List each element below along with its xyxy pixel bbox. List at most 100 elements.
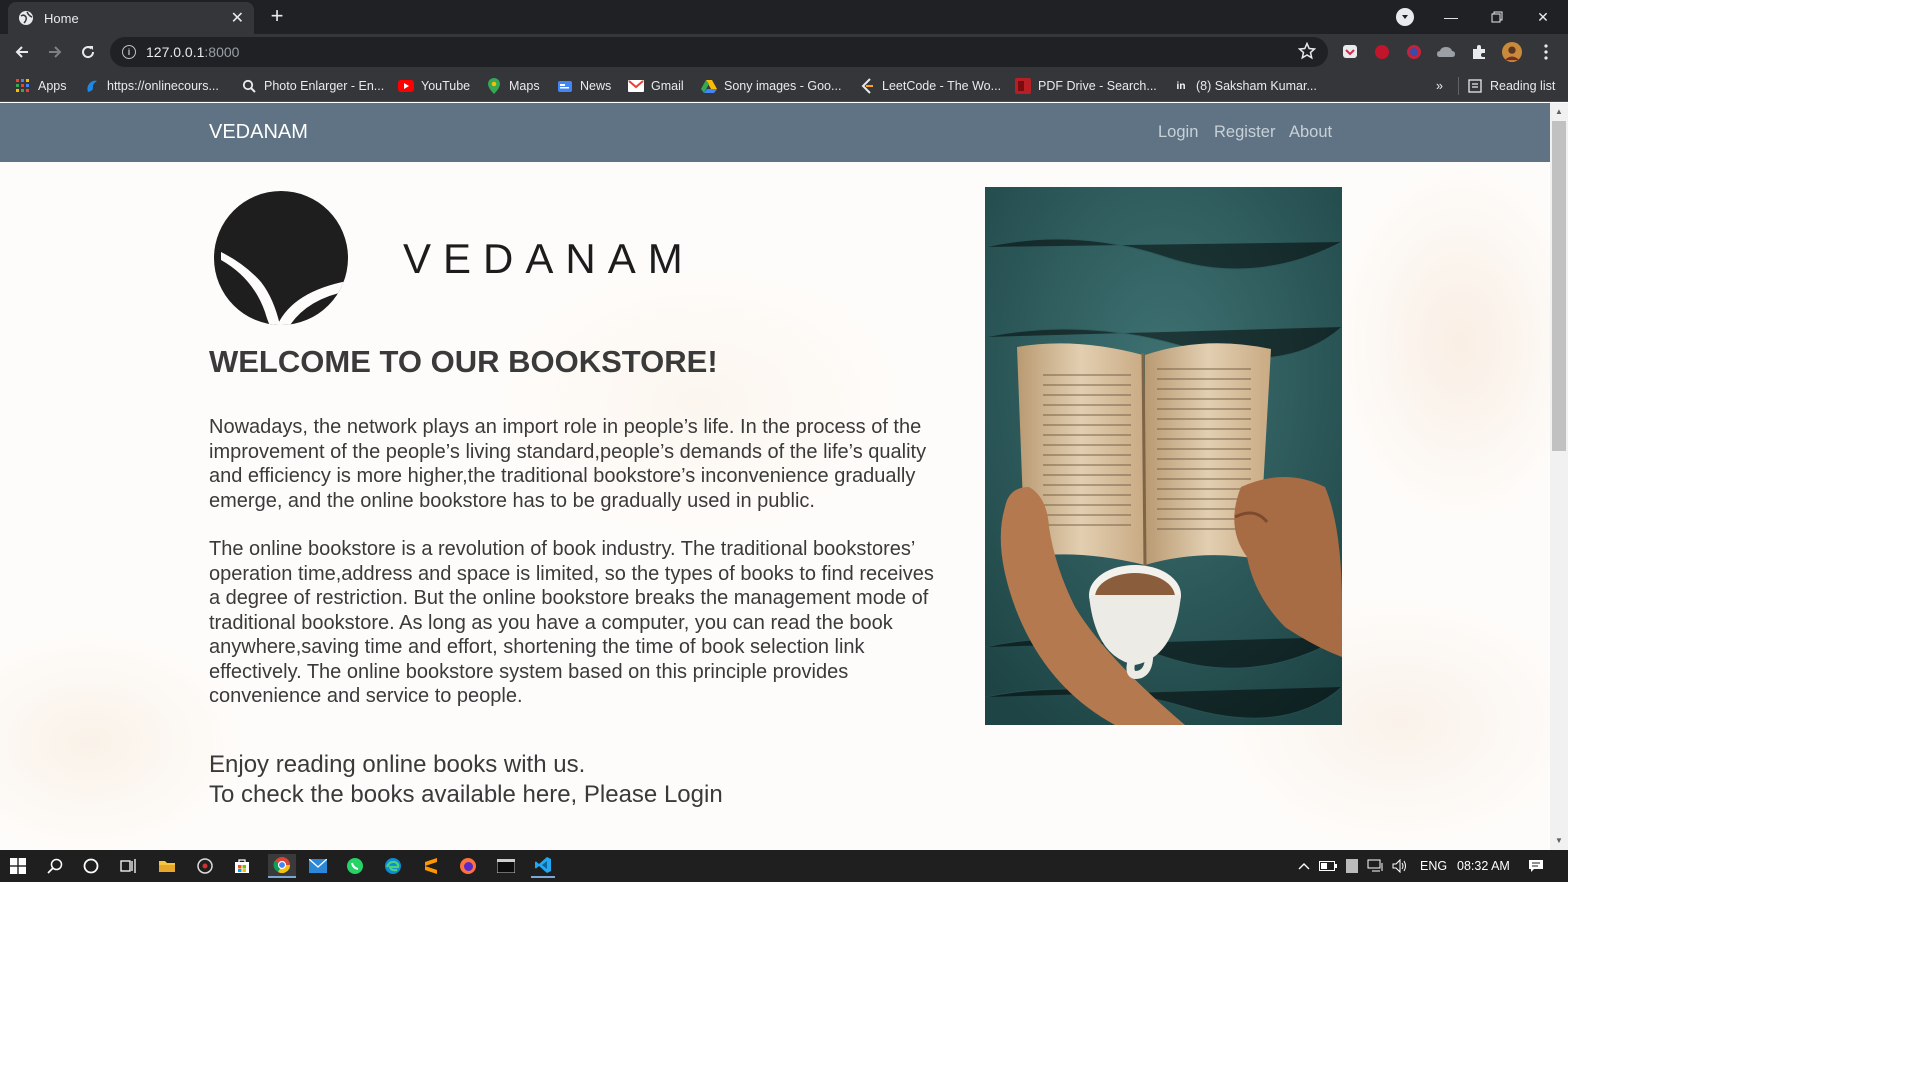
page-viewport: VEDANAM Login Register About VEDANAM WEL… bbox=[0, 103, 1550, 850]
globe-icon bbox=[18, 10, 34, 26]
red-extension-icon[interactable] bbox=[1372, 42, 1392, 62]
bookmark-gmail[interactable]: Gmail bbox=[628, 77, 684, 95]
nav-register-link[interactable]: Register bbox=[1214, 103, 1275, 162]
scroll-down-arrow-icon[interactable]: ▼ bbox=[1554, 836, 1564, 846]
nav-about-link[interactable]: About bbox=[1289, 103, 1332, 162]
minimize-button[interactable]: — bbox=[1428, 0, 1474, 34]
reading-list-button[interactable]: Reading list bbox=[1458, 77, 1555, 95]
new-tab-button[interactable]: + bbox=[264, 4, 290, 30]
url-port: :8000 bbox=[204, 44, 240, 60]
close-window-button[interactable]: ✕ bbox=[1520, 0, 1566, 34]
maps-icon bbox=[486, 78, 502, 94]
cloud-extension-icon[interactable] bbox=[1436, 42, 1456, 62]
tab-close-icon[interactable]: ✕ bbox=[231, 8, 244, 28]
restore-button[interactable] bbox=[1474, 0, 1520, 34]
tab-title: Home bbox=[44, 10, 79, 26]
show-hidden-icons-icon[interactable] bbox=[1292, 854, 1316, 878]
system-clock[interactable]: 08:32 AM bbox=[1457, 850, 1510, 882]
bookmark-label: News bbox=[580, 79, 612, 93]
youtube-icon bbox=[398, 78, 414, 94]
mail-icon[interactable] bbox=[306, 854, 330, 878]
cta-line-2: To check the books available here, Pleas… bbox=[209, 781, 723, 808]
address-bar[interactable]: i 127.0.0.1:8000 bbox=[110, 37, 1328, 67]
scroll-up-arrow-icon[interactable]: ▲ bbox=[1554, 107, 1564, 117]
bookmark-label: Gmail bbox=[651, 79, 684, 93]
bookmark-label: PDF Drive - Search... bbox=[1038, 79, 1157, 93]
bookmark-onlinecourses[interactable]: https://onlinecours... bbox=[84, 77, 219, 95]
bookmark-star-icon[interactable] bbox=[1297, 41, 1317, 63]
site-navbar: VEDANAM Login Register About bbox=[0, 103, 1550, 162]
extensions-puzzle-icon[interactable] bbox=[1469, 42, 1489, 62]
file-explorer-icon[interactable] bbox=[155, 854, 179, 878]
bookmark-label: Sony images - Goo... bbox=[724, 79, 842, 93]
storage-icon[interactable] bbox=[1340, 854, 1364, 878]
tab-home[interactable]: Home ✕ bbox=[8, 2, 254, 34]
bookmark-leetcode[interactable]: LeetCode - The Wo... bbox=[859, 77, 1001, 95]
volume-icon[interactable] bbox=[1388, 854, 1412, 878]
search-icon[interactable] bbox=[43, 854, 67, 878]
task-view-icon[interactable] bbox=[116, 854, 140, 878]
bookmark-photo-enlarger[interactable]: Photo Enlarger - En... bbox=[241, 77, 384, 95]
network-icon[interactable] bbox=[1364, 854, 1388, 878]
vedanam-logo-icon bbox=[214, 191, 348, 325]
bookmark-label: https://onlinecours... bbox=[107, 79, 219, 93]
vertical-scrollbar[interactable]: ▲ ▼ bbox=[1550, 103, 1568, 850]
overflow-label: » bbox=[1436, 79, 1443, 93]
back-arrow-icon[interactable] bbox=[10, 40, 34, 64]
edge-icon[interactable] bbox=[381, 854, 405, 878]
whatsapp-icon[interactable] bbox=[343, 854, 367, 878]
nav-login-link[interactable]: Login bbox=[1158, 103, 1198, 162]
pocket-extension-icon[interactable] bbox=[1340, 42, 1360, 62]
windows-start-icon[interactable] bbox=[6, 854, 30, 878]
reload-icon[interactable] bbox=[76, 40, 100, 64]
reading-list-label: Reading list bbox=[1490, 79, 1556, 93]
bookmarks-overflow-button[interactable]: » bbox=[1436, 77, 1443, 95]
globe-icon bbox=[84, 78, 100, 94]
bookmark-linkedin[interactable]: in (8) Saksham Kumar... bbox=[1173, 77, 1317, 95]
bookmark-label: (8) Saksham Kumar... bbox=[1196, 79, 1317, 93]
news-icon bbox=[557, 78, 573, 94]
bookmark-news[interactable]: News bbox=[557, 77, 611, 95]
terminal-icon[interactable] bbox=[494, 854, 518, 878]
bookmark-label: Photo Enlarger - En... bbox=[264, 79, 385, 93]
gmail-icon bbox=[628, 78, 644, 94]
input-language[interactable]: ENG bbox=[1420, 850, 1447, 882]
cortana-icon[interactable] bbox=[79, 854, 103, 878]
intro-paragraph-2: The online bookstore is a revolution of … bbox=[209, 538, 934, 707]
reading-list-icon bbox=[1467, 78, 1483, 94]
media-app-icon[interactable] bbox=[193, 854, 217, 878]
chrome-taskbar-icon[interactable] bbox=[268, 854, 296, 878]
firefox-icon[interactable] bbox=[456, 854, 480, 878]
scrollbar-thumb[interactable] bbox=[1552, 121, 1566, 451]
bookmarks-bar: Apps https://onlinecours... Photo Enlarg… bbox=[0, 70, 1568, 102]
vscode-icon[interactable] bbox=[531, 854, 555, 878]
call-to-action: Enjoy reading online books with us. To c… bbox=[209, 750, 723, 810]
bookmark-sony-images[interactable]: Sony images - Goo... bbox=[701, 77, 841, 95]
bookmark-pdf-drive[interactable]: PDF Drive - Search... bbox=[1015, 77, 1157, 95]
browser-toolbar: i 127.0.0.1:8000 bbox=[0, 34, 1568, 70]
tab-strip: Home ✕ + — ✕ bbox=[0, 0, 1568, 34]
bookmark-label: Maps bbox=[509, 79, 540, 93]
chrome-menu-icon[interactable] bbox=[1536, 42, 1556, 62]
store-icon[interactable] bbox=[230, 854, 254, 878]
url-host: 127.0.0.1 bbox=[146, 44, 205, 60]
blocker-extension-icon[interactable] bbox=[1404, 42, 1424, 62]
bookmark-label: LeetCode - The Wo... bbox=[882, 79, 1002, 93]
battery-icon[interactable] bbox=[1316, 854, 1340, 878]
intro-paragraph-1: Nowadays, the network plays an import ro… bbox=[209, 416, 927, 512]
linkedin-icon: in bbox=[1176, 80, 1186, 92]
sublime-text-icon[interactable] bbox=[419, 854, 443, 878]
bookmark-maps[interactable]: Maps bbox=[486, 77, 540, 95]
windows-taskbar: ENG 08:32 AM bbox=[0, 850, 1568, 882]
bookmark-youtube[interactable]: YouTube bbox=[398, 77, 470, 95]
logo-wordmark: VEDANAM bbox=[403, 235, 695, 282]
bookmark-apps[interactable]: Apps bbox=[15, 77, 67, 95]
forward-arrow-icon[interactable] bbox=[43, 40, 67, 64]
notifications-icon[interactable] bbox=[1524, 854, 1548, 878]
navbar-brand[interactable]: VEDANAM bbox=[209, 103, 308, 162]
profile-avatar[interactable] bbox=[1502, 42, 1522, 62]
cta-line-1: Enjoy reading online books with us. bbox=[209, 751, 586, 778]
site-info-icon[interactable]: i bbox=[122, 45, 136, 59]
leetcode-icon bbox=[859, 78, 875, 94]
tab-search-icon[interactable] bbox=[1396, 8, 1414, 26]
